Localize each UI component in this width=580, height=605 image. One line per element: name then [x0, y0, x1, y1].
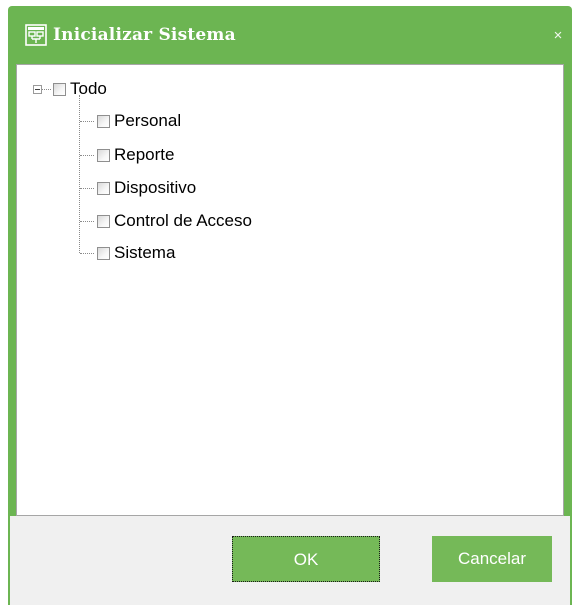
tree-item-sistema[interactable]: Sistema	[97, 243, 175, 263]
tree-item-reporte[interactable]: Reporte	[97, 145, 174, 165]
tree-root-label: Todo	[70, 79, 107, 98]
tree-connector	[80, 253, 94, 254]
dialog-title: Inicializar Sistema	[53, 25, 236, 45]
checkbox-control-de-acceso[interactable]	[97, 214, 110, 228]
checkbox-personal[interactable]	[97, 114, 110, 128]
tree-item-control-de-acceso[interactable]: Control de Acceso	[97, 211, 252, 231]
tree-connector	[80, 188, 94, 189]
tree-item-label: Control de Acceso	[114, 211, 252, 230]
tree-connector	[80, 221, 94, 222]
tree-root-node[interactable]: Todo	[53, 79, 107, 99]
tree-connector	[80, 155, 94, 156]
checkbox-todo[interactable]	[53, 82, 66, 96]
tree-connector	[79, 95, 80, 253]
tree-panel: Todo Personal Reporte Dispositivo Contro…	[16, 64, 564, 516]
tree-item-label: Reporte	[114, 145, 175, 164]
checkbox-reporte[interactable]	[97, 148, 110, 162]
checkbox-dispositivo[interactable]	[97, 181, 110, 195]
close-icon[interactable]: ×	[550, 28, 566, 44]
tree-item-label: Sistema	[114, 243, 176, 262]
ok-button[interactable]: OK	[232, 536, 380, 582]
tree-connector	[80, 121, 94, 122]
collapse-toggle-icon[interactable]	[33, 85, 42, 94]
initialize-system-dialog: Inicializar Sistema × Todo Personal Repo…	[8, 6, 572, 605]
tree-item-dispositivo[interactable]: Dispositivo	[97, 178, 196, 198]
system-tree-icon	[25, 24, 47, 46]
tree-connector	[41, 89, 51, 90]
tree-item-label: Personal	[114, 111, 182, 130]
tree-item-personal[interactable]: Personal	[97, 111, 181, 131]
cancel-button[interactable]: Cancelar	[432, 536, 552, 582]
dialog-titlebar[interactable]: Inicializar Sistema ×	[8, 6, 572, 64]
checkbox-sistema[interactable]	[97, 246, 110, 260]
tree-item-label: Dispositivo	[114, 178, 197, 197]
